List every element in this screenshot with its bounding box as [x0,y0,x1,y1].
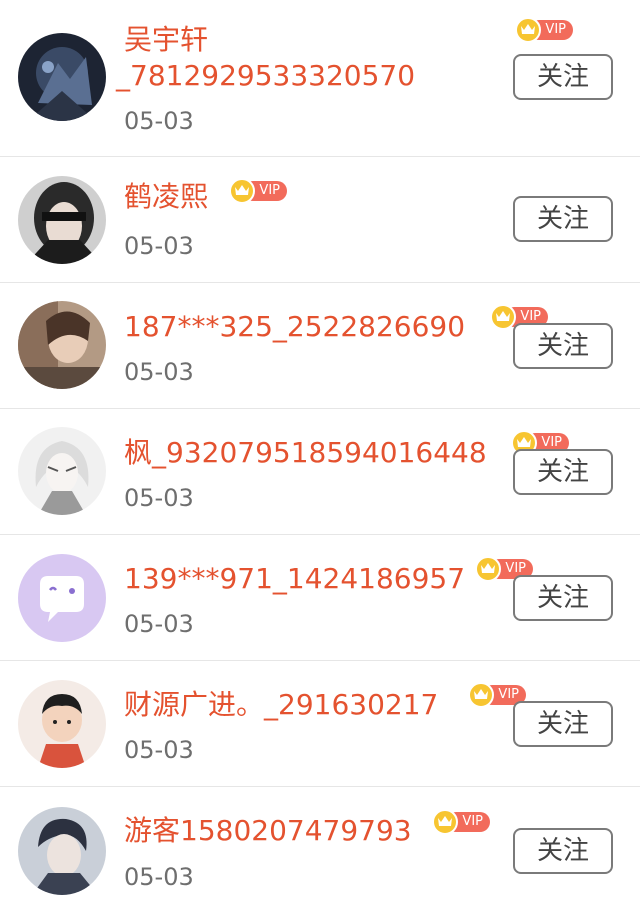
follow-button[interactable]: 关注 [513,323,613,369]
username[interactable]: 139***971_1424186957 [124,561,465,597]
vip-badge: VIP [229,178,287,204]
follow-date: 05-03 [124,610,194,638]
crown-icon [468,682,494,708]
avatar-image [18,427,106,515]
avatar-image [18,33,106,121]
crown-icon [475,556,501,582]
follow-date: 05-03 [124,484,194,512]
avatar[interactable] [18,680,106,768]
avatar-image [18,680,106,768]
list-item[interactable]: 游客1580207479793 VIP 05-03 关注 [0,787,640,902]
username[interactable]: 鹤凌熙 [124,179,208,215]
list-item[interactable]: 139***971_1424186957 VIP 05-03 关注 [0,535,640,661]
crown-icon [432,809,458,835]
follow-date: 05-03 [124,358,194,386]
avatar-image [18,301,106,389]
follow-button[interactable]: 关注 [513,196,613,242]
follow-button[interactable]: 关注 [513,54,613,100]
avatar-image [18,176,106,264]
crown-icon [515,17,541,43]
username[interactable]: 吴宇轩 _7812929533320570 [116,22,415,94]
list-item[interactable]: 吴宇轩 _7812929533320570 05-03 VIP 关注 [0,0,640,157]
avatar[interactable] [18,807,106,895]
vip-badge: VIP [515,17,573,43]
follow-date: 05-03 [124,107,194,135]
follow-button[interactable]: 关注 [513,828,613,874]
username[interactable]: 财源广进。_291630217 [124,687,438,723]
avatar-image [18,807,106,895]
vip-badge: VIP [432,809,490,835]
crown-icon [490,304,516,330]
list-item[interactable]: 枫_93207951859401​6448 VIP 05-03 关注 [0,409,640,535]
list-item[interactable]: 187***325_2522826690 VIP 05-03 关注 [0,283,640,409]
avatar[interactable] [18,427,106,515]
list-item[interactable]: 鹤凌熙 VIP 05-03 关注 [0,157,640,283]
follow-date: 05-03 [124,863,194,891]
follow-button[interactable]: 关注 [513,449,613,495]
avatar[interactable] [18,554,106,642]
crown-icon [229,178,255,204]
avatar[interactable] [18,176,106,264]
username-line-2: _7812929533320570 [116,59,416,92]
username[interactable]: 187***325_2522826690 [124,309,465,345]
follow-button[interactable]: 关注 [513,575,613,621]
follower-list: 吴宇轩 _7812929533320570 05-03 VIP 关注 鹤凌熙 V… [0,0,640,902]
avatar-image [18,554,106,642]
list-item[interactable]: 财源广进。_291630217 VIP 05-03 关注 [0,661,640,787]
avatar[interactable] [18,301,106,389]
follow-date: 05-03 [124,232,194,260]
username[interactable]: 游客1580207479793 [124,813,412,849]
username[interactable]: 枫_93207951859401​6448 [124,435,487,471]
follow-date: 05-03 [124,736,194,764]
avatar[interactable] [18,33,106,121]
username-line-1: 吴宇轩 [124,23,209,56]
follow-button[interactable]: 关注 [513,701,613,747]
